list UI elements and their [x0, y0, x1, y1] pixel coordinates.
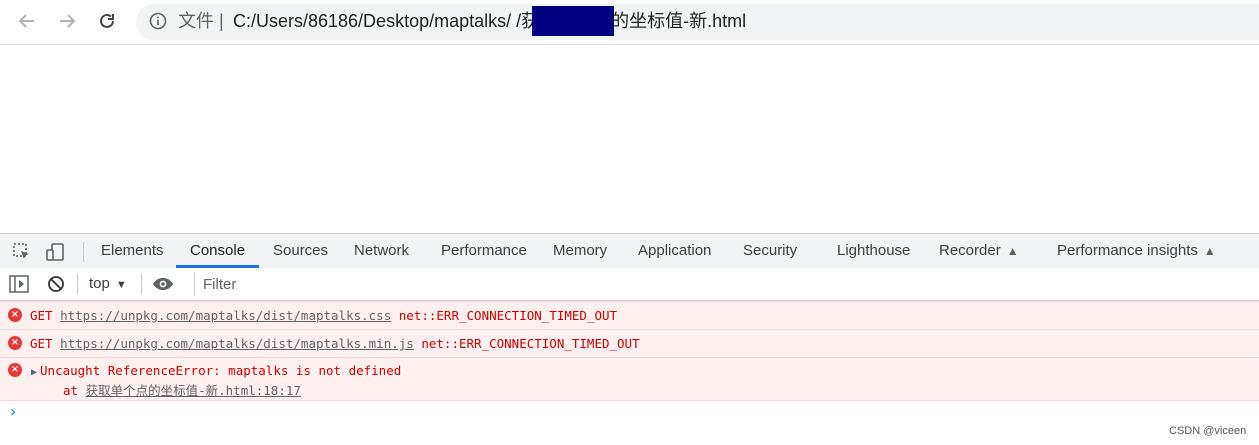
- error-icon: ×: [8, 363, 22, 377]
- error-code: net::ERR_CONNECTION_TIMED_OUT: [398, 308, 618, 323]
- console-toolbar: top ▼ Filter: [0, 268, 1259, 301]
- browser-toolbar: 文件 | C:/Users/86186/Desktop/maptalks/ /获…: [0, 0, 1259, 45]
- console-prompt[interactable]: ›: [10, 402, 16, 421]
- inspect-element-icon[interactable]: [11, 241, 33, 263]
- tab-memory[interactable]: Memory: [553, 234, 607, 268]
- info-circle-icon[interactable]: [147, 10, 169, 32]
- toolbar-divider: [141, 274, 142, 294]
- request-method: GET: [30, 336, 53, 351]
- filter-placeholder: Filter: [203, 276, 237, 293]
- forward-button[interactable]: [54, 8, 80, 34]
- reload-icon: [100, 13, 114, 28]
- toolbar-divider: [83, 242, 84, 262]
- redaction-block: [532, 6, 614, 36]
- context-label: top: [89, 275, 110, 292]
- eye-icon[interactable]: [152, 273, 174, 295]
- tab-elements[interactable]: Elements: [101, 234, 164, 268]
- tab-recorder-label: Recorder: [939, 242, 1001, 259]
- console-error-row: × GET https://unpkg.com/maptalks/dist/ma…: [0, 301, 1259, 329]
- scheme-label: 文件 |: [178, 11, 224, 31]
- tab-performance-insights-label: Performance insights: [1057, 242, 1198, 259]
- tab-performance[interactable]: Performance: [441, 234, 527, 268]
- tab-network[interactable]: Network: [354, 234, 409, 268]
- watermark: CSDN @viceen: [1169, 425, 1247, 437]
- console-error-row[interactable]: × ▶ Uncaught ReferenceError: maptalks is …: [0, 357, 1259, 401]
- tab-sources[interactable]: Sources: [273, 234, 328, 268]
- arrow-left-icon: [18, 14, 34, 28]
- tab-application[interactable]: Application: [638, 234, 711, 268]
- tab-security[interactable]: Security: [743, 234, 797, 268]
- reload-button[interactable]: [94, 8, 120, 34]
- resource-link[interactable]: https://unpkg.com/maptalks/dist/maptalks…: [60, 308, 391, 323]
- tab-lighthouse[interactable]: Lighthouse: [837, 234, 910, 268]
- toolbar-divider: [77, 274, 78, 294]
- sidebar-toggle-icon[interactable]: [8, 273, 30, 295]
- request-method: GET: [30, 308, 53, 323]
- tab-console[interactable]: Console: [190, 234, 245, 268]
- context-selector[interactable]: top ▼: [89, 275, 127, 292]
- tab-recorder[interactable]: Recorder ▲: [939, 234, 1019, 268]
- devtools-tabbar: Elements Console Sources Network Perform…: [0, 233, 1259, 269]
- flask-icon: ▲: [1203, 244, 1216, 258]
- stack-at-label: at: [63, 383, 79, 398]
- device-toggle-icon[interactable]: [44, 241, 66, 263]
- url-text[interactable]: C:/Users/86186/Desktop/maptalks/ /获取单个点的…: [233, 10, 746, 32]
- arrow-right-icon: [60, 14, 76, 28]
- back-button[interactable]: [14, 8, 40, 34]
- dropdown-caret-icon: ▼: [115, 279, 127, 291]
- flask-icon: ▲: [1006, 244, 1019, 258]
- error-icon: ×: [8, 336, 22, 350]
- console-error-row: × GET https://unpkg.com/maptalks/dist/ma…: [0, 329, 1259, 357]
- error-icon: ×: [8, 308, 22, 322]
- filter-input[interactable]: Filter: [194, 272, 1259, 296]
- source-location-link[interactable]: 获取单个点的坐标值-新.html:18:17: [86, 383, 301, 398]
- expand-triangle-icon[interactable]: ▶: [31, 367, 37, 378]
- clear-console-icon[interactable]: [45, 273, 67, 295]
- error-code: net::ERR_CONNECTION_TIMED_OUT: [421, 336, 640, 351]
- tab-performance-insights[interactable]: Performance insights ▲: [1057, 234, 1216, 268]
- error-message: Uncaught ReferenceError: maptalks is not…: [40, 363, 402, 378]
- resource-link[interactable]: https://unpkg.com/maptalks/dist/maptalks…: [60, 336, 414, 351]
